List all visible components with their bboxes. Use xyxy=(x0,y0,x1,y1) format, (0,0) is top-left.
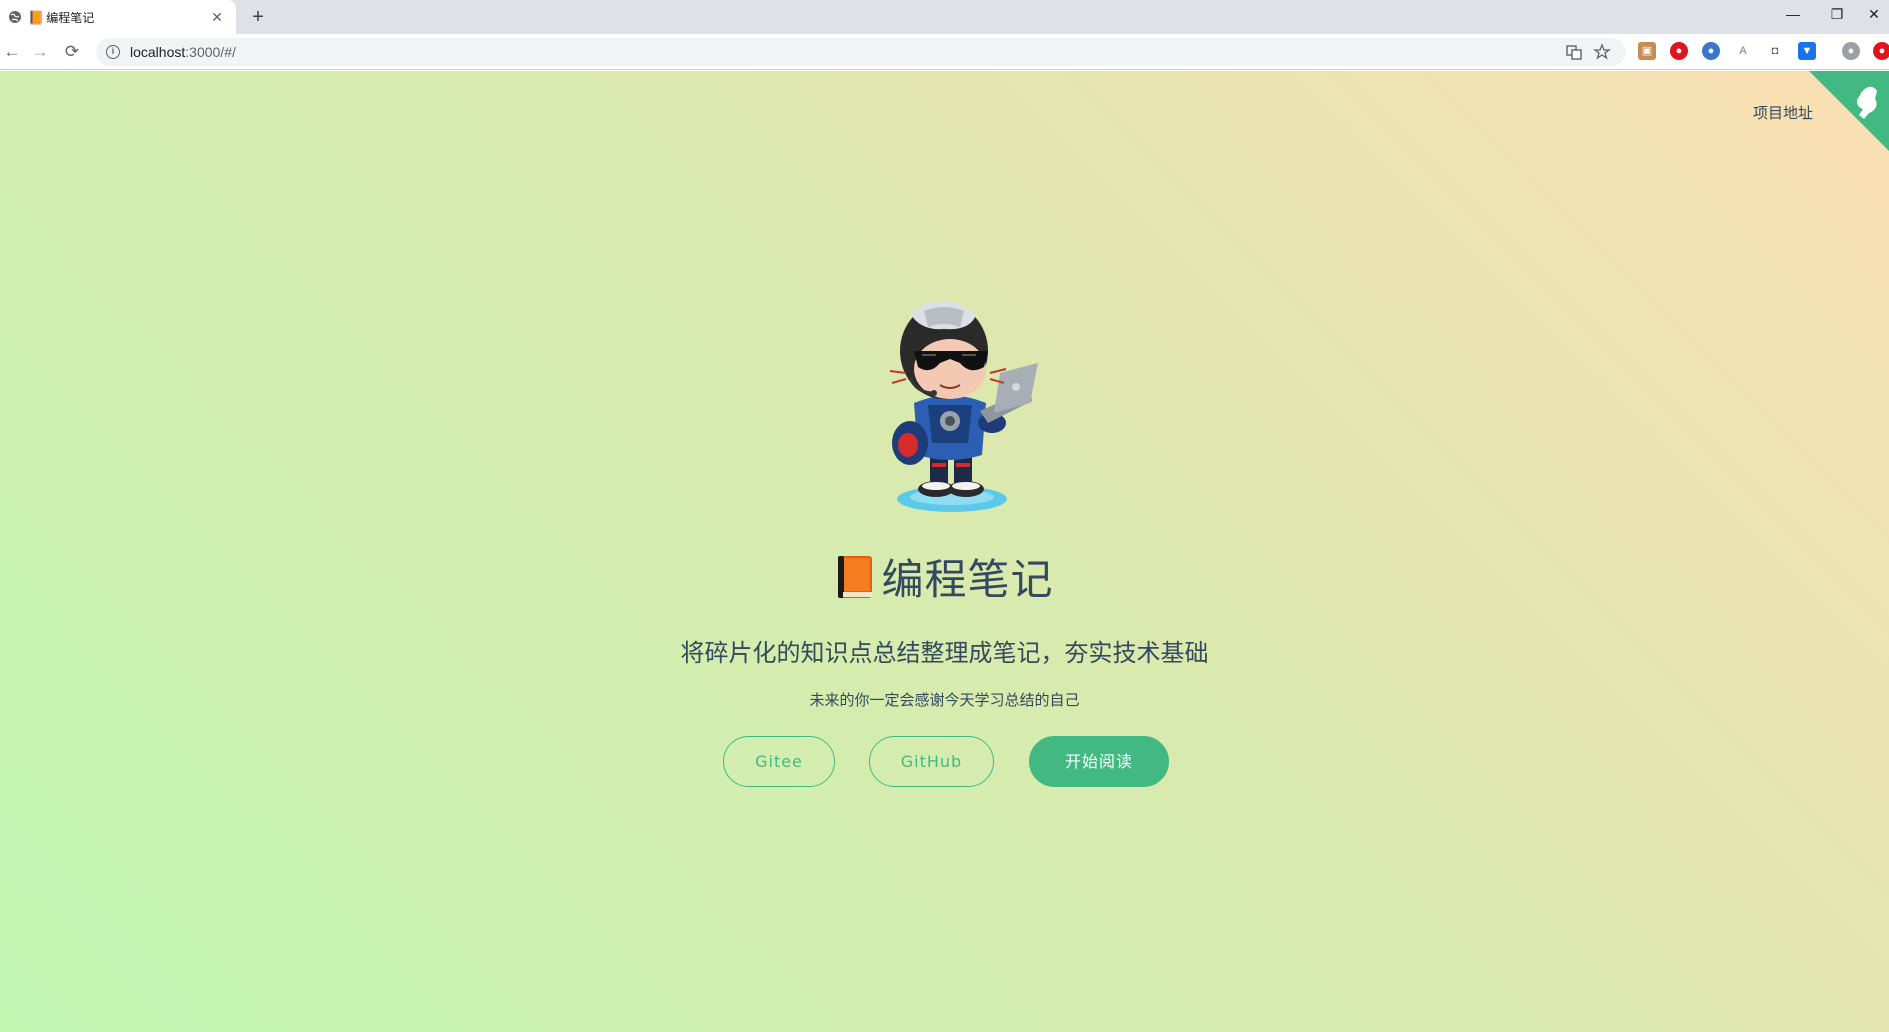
start-reading-button[interactable]: 开始阅读 xyxy=(1029,736,1169,787)
extension-4-icon[interactable]: A xyxy=(1734,42,1752,60)
gitee-button[interactable]: Gitee xyxy=(723,736,835,787)
extension-1-icon[interactable]: ▣ xyxy=(1638,42,1656,60)
tab-strip: 📙 编程笔记 ✕ + — ❐ ✕ xyxy=(0,0,1889,34)
tab-close-icon[interactable]: ✕ xyxy=(208,8,226,26)
subtitle: 未来的你一定会感谢今天学习总结的自己 xyxy=(809,692,1080,709)
profile-icon[interactable]: ● xyxy=(1842,42,1860,60)
tab-title: 编程笔记 xyxy=(46,10,95,25)
project-link[interactable]: 项目地址 xyxy=(1753,102,1813,123)
extension-7-icon[interactable]: ● xyxy=(1873,42,1889,60)
book-icon xyxy=(838,555,873,598)
new-tab-button[interactable]: + xyxy=(246,6,270,30)
site-title-row: 编程笔记 xyxy=(0,546,1889,607)
address-path: :3000/#/ xyxy=(185,44,236,60)
tab-favicon-icon: 📙 xyxy=(28,9,45,25)
globe-icon xyxy=(9,11,21,23)
octocat-mascot-image xyxy=(889,300,1038,512)
extension-6-icon[interactable]: ▼ xyxy=(1798,42,1816,60)
reload-button[interactable]: ⟳ xyxy=(60,40,84,64)
minimize-button[interactable]: — xyxy=(1771,0,1815,30)
browser-toolbar: ← → ⟳ i localhost :3000/#/ ▣ ● ● A ◘ ▼ ●… xyxy=(0,34,1889,70)
cover-page: 项目地址 编程笔记 将碎片化的知识点总结整理成笔记，夯实技术基础 未来的你一定会… xyxy=(0,71,1889,1032)
back-button[interactable]: ← xyxy=(0,40,24,64)
page-title: 编程笔记 xyxy=(881,556,1054,603)
browser-tab[interactable]: 📙 编程笔记 ✕ xyxy=(0,0,236,34)
translate-icon[interactable] xyxy=(1564,42,1584,62)
extension-2-icon[interactable]: ● xyxy=(1670,42,1688,60)
extension-5-icon[interactable]: ◘ xyxy=(1766,42,1784,60)
site-info-icon[interactable]: i xyxy=(106,45,120,59)
address-host: localhost xyxy=(130,44,186,60)
bookmark-star-icon[interactable] xyxy=(1592,42,1612,62)
github-button[interactable]: GitHub xyxy=(869,736,994,787)
window-close-button[interactable]: ✕ xyxy=(1859,0,1889,30)
github-corner-icon[interactable] xyxy=(1809,71,1889,151)
tagline: 将碎片化的知识点总结整理成笔记，夯实技术基础 xyxy=(680,640,1209,667)
address-bar[interactable]: i localhost :3000/#/ xyxy=(96,38,1626,66)
maximize-button[interactable]: ❐ xyxy=(1815,0,1859,30)
extension-3-icon[interactable]: ● xyxy=(1702,42,1720,60)
forward-button[interactable]: → xyxy=(28,40,52,64)
